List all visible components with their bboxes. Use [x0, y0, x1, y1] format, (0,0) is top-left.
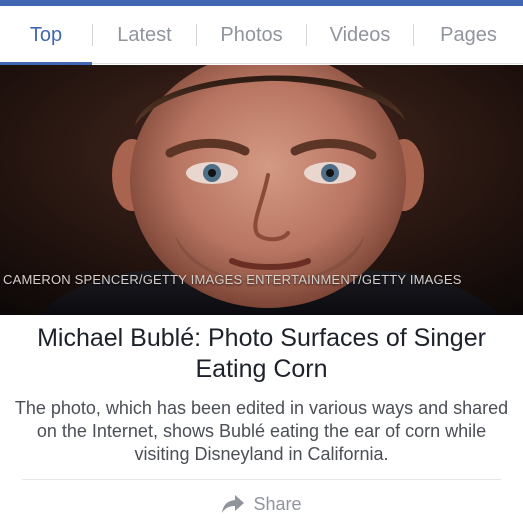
share-arrow-icon — [222, 495, 245, 513]
results-tabs: Top Latest Photos Videos Pages — [0, 6, 523, 65]
photo-credit: CAMERON SPENCER/GETTY IMAGES ENTERTAINME… — [3, 272, 462, 287]
divider — [22, 479, 501, 480]
article-text[interactable]: Michael Bublé: Photo Surfaces of Singer … — [0, 315, 523, 466]
tab-photos[interactable]: Photos — [197, 6, 306, 64]
share-label: Share — [253, 493, 302, 514]
article-headline[interactable]: Michael Bublé: Photo Surfaces of Singer … — [0, 323, 523, 385]
tab-top[interactable]: Top — [0, 6, 92, 65]
tab-pages[interactable]: Pages — [414, 6, 523, 64]
article-description: The photo, which has been edited in vari… — [14, 398, 509, 464]
share-button[interactable]: Share — [0, 486, 523, 522]
article-photo[interactable]: CAMERON SPENCER/GETTY IMAGES ENTERTAINME… — [0, 65, 523, 315]
tab-videos[interactable]: Videos — [307, 6, 413, 64]
tab-latest[interactable]: Latest — [93, 6, 196, 64]
search-results-screen: Top Latest Photos Videos Pages CAMERON S… — [0, 0, 523, 523]
